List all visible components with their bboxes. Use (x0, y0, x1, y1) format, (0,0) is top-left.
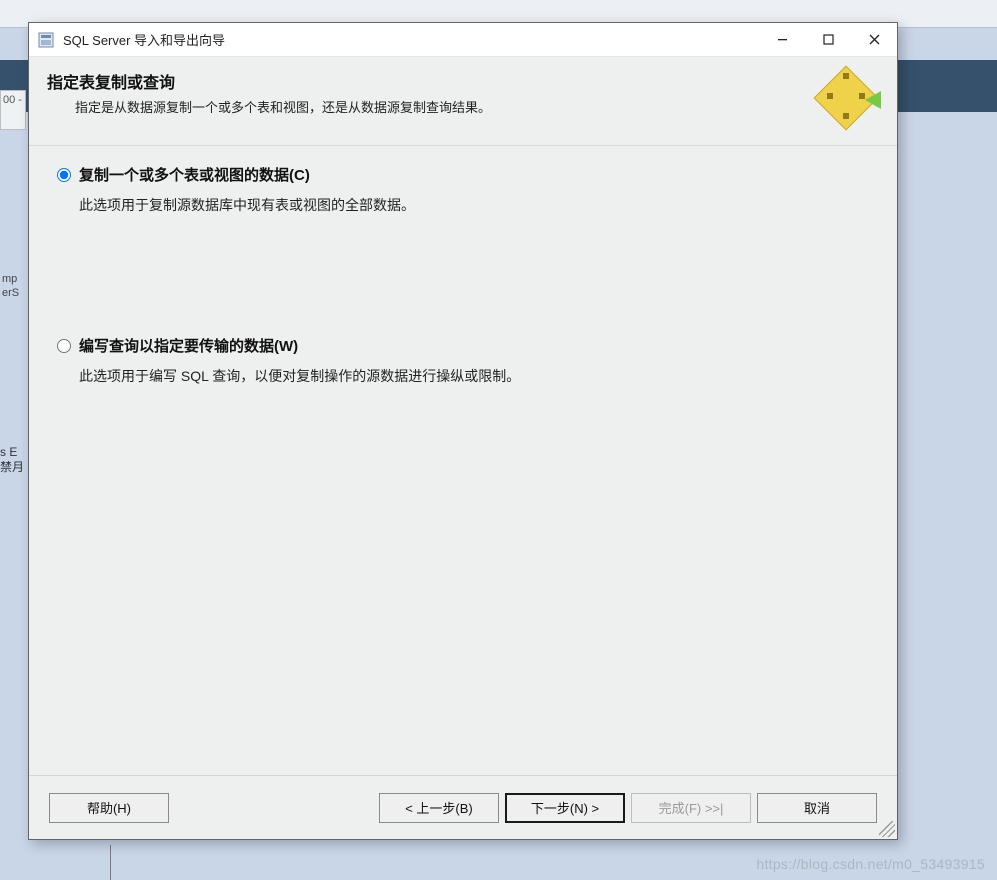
option-write-query-desc: 此选项用于编写 SQL 查询，以便对复制操作的源数据进行操纵或限制。 (79, 366, 869, 386)
wizard-header-icon (823, 69, 881, 127)
option-copy-tables-label: 复制一个或多个表或视图的数据(C) (79, 164, 310, 185)
wizard-footer: 帮助(H) < 上一步(B) 下一步(N) > 完成(F) >>| 取消 (29, 775, 897, 839)
cancel-button[interactable]: 取消 (757, 793, 877, 823)
radio-write-query[interactable] (57, 339, 71, 353)
background-tree-line (110, 845, 310, 880)
background-snippet-2: mp erS (0, 270, 26, 306)
help-button[interactable]: 帮助(H) (49, 793, 169, 823)
option-write-query-row[interactable]: 编写查询以指定要传输的数据(W) (57, 335, 869, 356)
resize-grip-icon[interactable] (879, 821, 895, 837)
watermark: https://blog.csdn.net/m0_53493915 (756, 856, 985, 872)
option-copy-tables: 复制一个或多个表或视图的数据(C) 此选项用于复制源数据库中现有表或视图的全部数… (57, 164, 869, 215)
bg-text: 禁月 (0, 460, 28, 475)
minimize-button[interactable] (759, 24, 805, 56)
next-button[interactable]: 下一步(N) > (505, 793, 625, 823)
bg-text: s E (0, 445, 28, 460)
maximize-button[interactable] (805, 24, 851, 56)
option-write-query: 编写查询以指定要传输的数据(W) 此选项用于编写 SQL 查询，以便对复制操作的… (57, 335, 869, 386)
window-title: SQL Server 导入和导出向导 (63, 30, 759, 49)
background-snippet-3: s E 禁月 (0, 445, 28, 479)
radio-copy-tables[interactable] (57, 168, 71, 182)
wizard-dialog: SQL Server 导入和导出向导 指定表复制或查询 指定是从数据源复制一个或… (28, 22, 898, 840)
background-snippet-1: 00 - (0, 90, 26, 130)
page-title: 指定表复制或查询 (47, 69, 811, 93)
close-button[interactable] (851, 24, 897, 56)
finish-button: 完成(F) >>| (631, 793, 751, 823)
app-icon (37, 31, 55, 49)
page-subtitle: 指定是从数据源复制一个或多个表和视图，还是从数据源复制查询结果。 (75, 97, 811, 116)
option-copy-tables-row[interactable]: 复制一个或多个表或视图的数据(C) (57, 164, 869, 185)
titlebar: SQL Server 导入和导出向导 (29, 23, 897, 57)
back-button[interactable]: < 上一步(B) (379, 793, 499, 823)
wizard-body: 复制一个或多个表或视图的数据(C) 此选项用于复制源数据库中现有表或视图的全部数… (29, 146, 897, 775)
option-write-query-label: 编写查询以指定要传输的数据(W) (79, 335, 298, 356)
bg-text: 00 - (3, 94, 22, 106)
option-copy-tables-desc: 此选项用于复制源数据库中现有表或视图的全部数据。 (79, 195, 869, 215)
wizard-header: 指定表复制或查询 指定是从数据源复制一个或多个表和视图，还是从数据源复制查询结果… (29, 57, 897, 146)
